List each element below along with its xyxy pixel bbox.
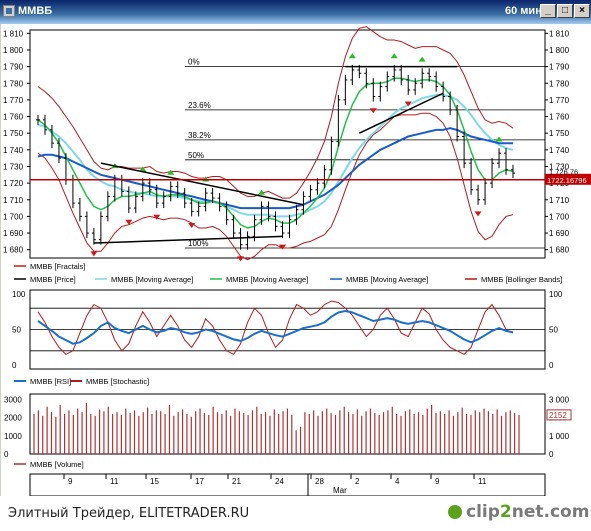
x-tick-label: 11 [110,477,119,486]
price-ytick-left: 1 700 [3,212,24,221]
vol-ytick-right: 3 000 [549,395,570,404]
price-ytick-right: 1 680 [549,246,570,255]
footer-source: Элитный Трейдер, ELITETRADER.RU [8,506,250,521]
volume-last-tag: 2152 [549,411,567,420]
price-ytick-left: 1 780 [3,79,24,88]
price-ytick-right: 1 750 [549,129,570,138]
price-legend-label: MMBБ [Moving Average] [346,275,428,284]
price-ytick-right: 1 800 [549,46,570,55]
price-ytick-left: 1 710 [3,196,24,205]
vol-ytick-right: 1 000 [549,432,570,441]
x-tick-label: 21 [232,477,241,486]
window-title: MMBБ [18,5,53,17]
window-titlebar: MMBБ 60 минут _ □ × [0,0,591,24]
vol-ytick-left: 3000 [4,395,22,404]
fib-level-label: 0% [188,58,200,67]
osc-ytick-left: 0 [12,361,17,370]
price-ytick-right: 1 690 [549,229,570,238]
minimize-button[interactable]: _ [540,4,556,18]
price-ytick-left: 1 730 [3,162,24,171]
x-tick-label: 4 [395,477,400,486]
x-tick-label: 17 [195,477,204,486]
close-button[interactable]: × [574,4,590,18]
x-tick-label: 9 [68,477,73,486]
logo-mark-icon [448,505,462,519]
price-ytick-right: 1 740 [549,146,570,155]
price-ytick-right: 1 790 [549,63,570,72]
price-ytick-right: 1 700 [549,212,570,221]
price-ytick-right: 1 810 [549,29,570,38]
x-tick-label: 28 [315,477,324,486]
x-tick-label: 24 [275,477,284,486]
vol-ytick-left: 1000 [4,432,22,441]
osc-ytick-right: 0 [549,361,554,370]
fib-level-label: 50% [188,151,204,160]
osc-ytick-left: 100 [12,290,26,299]
x-tick-label: 15 [150,477,159,486]
price-ytick-right: 1 780 [549,79,570,88]
x-tick-label: 11 [478,477,487,486]
osc-legend-label: MMBБ [RSI] [30,377,71,386]
x-month-label: Mar [333,486,347,495]
price-ytick-left: 1 690 [3,229,24,238]
footer-logo[interactable]: clip2net.com [466,502,589,522]
price-legend-label: MMBБ [Moving Average] [226,275,308,284]
osc-ytick-right: 100 [549,290,563,299]
price-ytick-left: 1 750 [3,129,24,138]
x-tick-label: 9 [435,477,440,486]
price-ytick-right: 1 710 [549,196,570,205]
price-tag-value: 1722.16796 [547,176,587,185]
osc-ytick-left: 50 [12,326,21,335]
x-axis-frame [29,473,546,496]
down-fractal-marker [237,256,245,262]
fib-level-label: 23.6% [188,101,211,110]
footer: Элитный Трейдер, ELITETRADER.RU clip2net… [0,496,591,531]
price-ytick-right: 1 760 [549,113,570,122]
price-legend-label: MMBБ [Bollinger Bands] [481,275,562,284]
price-ytick-left: 1 740 [3,146,24,155]
price-ytick-left: 1 770 [3,96,24,105]
last-price-tag: 1 726.76 [549,167,578,176]
price-ytick-left: 1 810 [3,29,24,38]
price-ytick-left: 1 800 [3,46,24,55]
fib-level-label: 38.2% [188,131,211,140]
price-ytick-right: 1 770 [549,96,570,105]
price-legend-label: MMBБ [Moving Average] [111,275,193,284]
fib-level-label: 100% [188,239,208,248]
x-tick-label: 2 [355,477,360,486]
price-ytick-left: 1 720 [3,179,24,188]
app-icon [3,5,15,17]
volume-legend-label: MMBБ [Volume] [30,460,84,469]
osc-ytick-right: 50 [549,326,558,335]
vol-ytick-left: 2000 [4,414,22,423]
price-ytick-left: 1 790 [3,63,24,72]
price-ytick-left: 1 680 [3,246,24,255]
vol-ytick-right: 0 [549,450,554,459]
chart-canvas: 1 810 1 810 1 800 1 800 1 790 1 790 1 780 1 780… [3,26,591,496]
price-legend-label: MMBБ [Fractals] [30,262,85,271]
price-legend-label: MMBБ [Price] [30,275,76,284]
price-ytick-left: 1 760 [3,113,24,122]
osc-legend-label: MMBБ [Stochastic] [86,377,149,386]
vol-ytick-left: 0 [4,450,9,459]
maximize-button[interactable]: □ [557,4,573,18]
